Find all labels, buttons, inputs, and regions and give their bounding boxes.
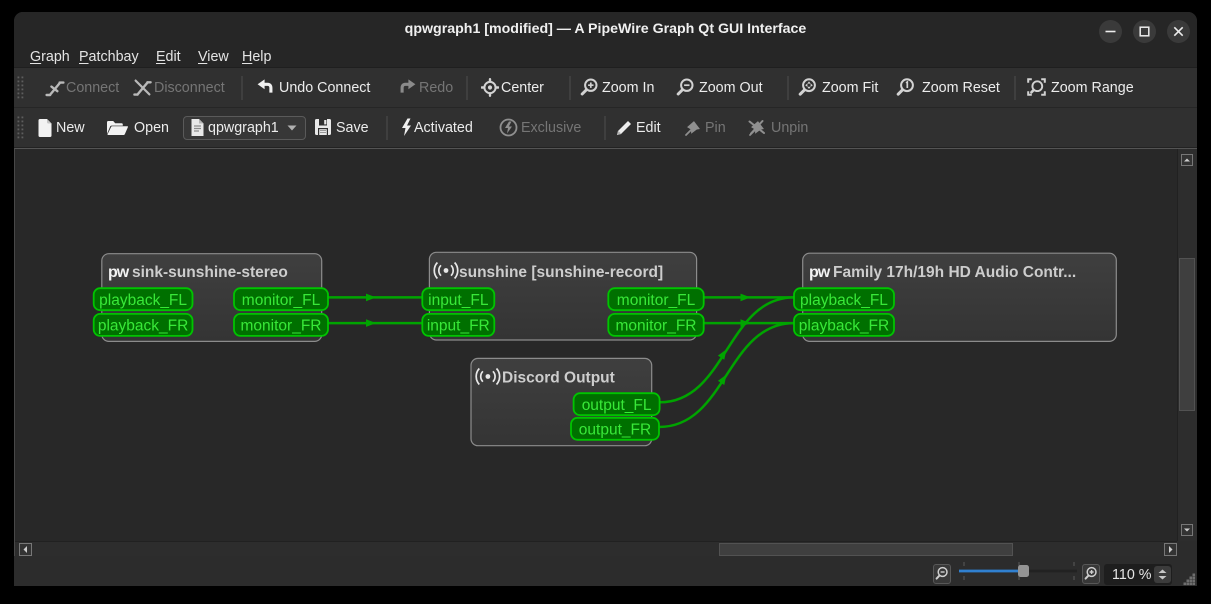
svg-text:output_FR: output_FR — [579, 421, 651, 438]
svg-text:monitor_FL: monitor_FL — [242, 292, 321, 309]
svg-text:Discord Output: Discord Output — [502, 370, 615, 387]
svg-text:sunshine [sunshine-record]: sunshine [sunshine-record] — [459, 264, 663, 281]
svg-text:playback_FR: playback_FR — [98, 318, 188, 335]
svg-text:Family 17h/19h HD Audio Contr.: Family 17h/19h HD Audio Contr... — [833, 264, 1076, 281]
svg-text:sink-sunshine-stereo: sink-sunshine-stereo — [132, 264, 288, 281]
svg-text:monitor_FR: monitor_FR — [616, 318, 697, 335]
svg-text:output_FL: output_FL — [582, 397, 652, 414]
svg-text:playback_FL: playback_FL — [99, 292, 187, 309]
svg-text:playback_FR: playback_FR — [799, 318, 889, 335]
svg-text:playback_FL: playback_FL — [800, 292, 888, 309]
svg-text:pw: pw — [108, 264, 130, 281]
svg-text:monitor_FL: monitor_FL — [617, 292, 696, 309]
svg-text:input_FL: input_FL — [428, 292, 489, 309]
svg-text:pw: pw — [809, 264, 831, 281]
svg-text:monitor_FR: monitor_FR — [241, 318, 322, 335]
svg-text:input_FR: input_FR — [427, 318, 490, 335]
